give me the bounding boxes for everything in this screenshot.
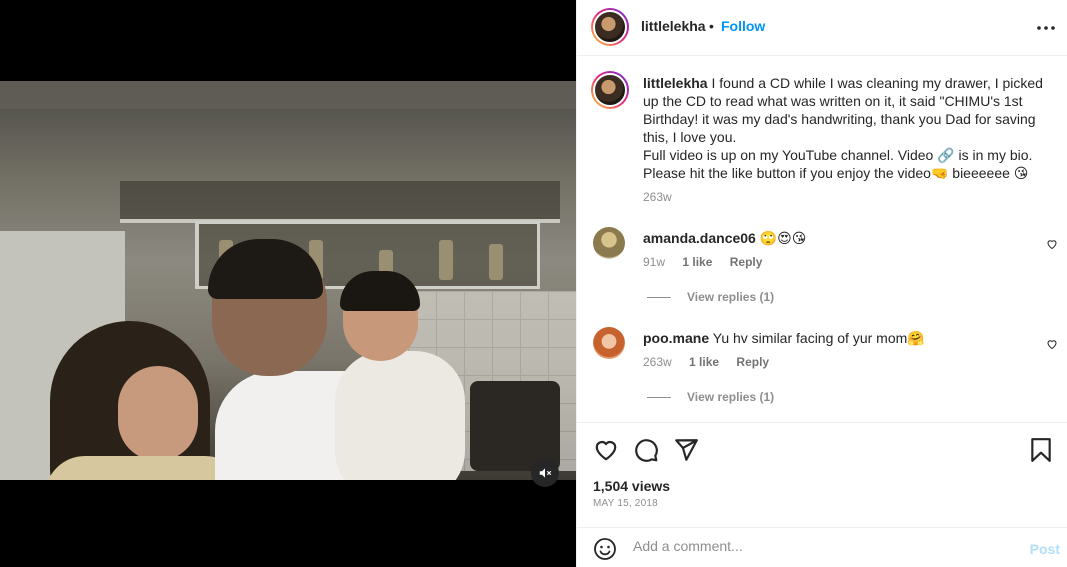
- comment: poo.mane Yu hv similar facing of yur mom…: [643, 330, 925, 347]
- comment-likes[interactable]: 1 like: [682, 255, 712, 269]
- comment-heart-icon[interactable]: [1046, 237, 1060, 251]
- comment-meta: 263w 1 like Reply: [643, 355, 783, 369]
- muted-speaker-icon[interactable]: [531, 459, 559, 487]
- video-player[interactable]: [0, 81, 576, 480]
- view-count[interactable]: 1,504 views: [593, 478, 670, 494]
- post-side-panel: littlelekha • Follow littlelekha I found…: [576, 0, 1067, 567]
- view-replies-button[interactable]: View replies (1): [647, 390, 774, 404]
- emoji-icon[interactable]: [593, 537, 617, 561]
- follow-button[interactable]: Follow: [721, 18, 765, 34]
- more-options-icon[interactable]: [1034, 16, 1058, 40]
- caption-text: Full video is up on my YouTube channel. …: [643, 147, 1033, 163]
- separator-dot: •: [709, 18, 714, 34]
- caption-timestamp[interactable]: 263w: [643, 190, 672, 204]
- post-header: littlelekha • Follow: [577, 0, 1067, 56]
- comment-timestamp[interactable]: 91w: [643, 255, 665, 269]
- comment-text: Yu hv similar facing of yur mom🤗: [712, 330, 925, 346]
- comment-likes[interactable]: 1 like: [689, 355, 719, 369]
- video-frame-detail: [470, 381, 560, 471]
- avatar-image: [593, 73, 627, 107]
- commenter-avatar[interactable]: [593, 227, 625, 259]
- reply-button[interactable]: Reply: [736, 355, 769, 369]
- comment-username[interactable]: amanda.dance06: [643, 230, 756, 246]
- video-frame-detail: [335, 351, 465, 480]
- replies-line: [647, 396, 671, 398]
- post-caption: littlelekha I found a CD while I was cle…: [643, 74, 1043, 182]
- video-frame-detail: [0, 81, 576, 109]
- post-button[interactable]: Post: [1030, 541, 1060, 557]
- avatar-image: [593, 10, 627, 44]
- view-replies-button[interactable]: View replies (1): [647, 290, 774, 304]
- action-bar: [577, 422, 1067, 472]
- comment-composer: Post: [577, 527, 1067, 567]
- caption-username[interactable]: littlelekha: [643, 75, 708, 91]
- comment-username[interactable]: poo.mane: [643, 330, 709, 346]
- comment-meta: 91w 1 like Reply: [643, 255, 776, 269]
- comment-input[interactable]: [633, 538, 1013, 554]
- comment: amanda.dance06 🙄😍😘: [643, 230, 806, 247]
- post-media: [0, 0, 576, 567]
- heart-icon[interactable]: [593, 437, 619, 463]
- bookmark-icon[interactable]: [1028, 437, 1054, 463]
- view-replies-label: View replies (1): [687, 290, 775, 304]
- post-date: MAY 15, 2018: [593, 498, 658, 509]
- comment-icon[interactable]: [633, 437, 659, 463]
- video-frame-detail: [118, 366, 198, 461]
- replies-line: [647, 296, 671, 298]
- caption-text: Please hit the like button if you enjoy …: [643, 165, 1029, 181]
- comments-section[interactable]: littlelekha I found a CD while I was cle…: [577, 57, 1067, 422]
- reply-button[interactable]: Reply: [730, 255, 763, 269]
- video-frame-detail: [120, 181, 560, 223]
- video-frame-detail: [439, 240, 453, 280]
- share-icon[interactable]: [673, 437, 699, 463]
- comment-timestamp[interactable]: 263w: [643, 355, 672, 369]
- caption-avatar[interactable]: [591, 71, 629, 109]
- commenter-avatar[interactable]: [593, 327, 625, 359]
- avatar[interactable]: [591, 8, 629, 46]
- view-replies-label: View replies (1): [687, 390, 775, 404]
- comment-heart-icon[interactable]: [1046, 337, 1060, 351]
- comment-text: 🙄😍😘: [759, 230, 807, 246]
- video-frame-detail: [489, 244, 503, 280]
- header-username[interactable]: littlelekha: [641, 18, 706, 34]
